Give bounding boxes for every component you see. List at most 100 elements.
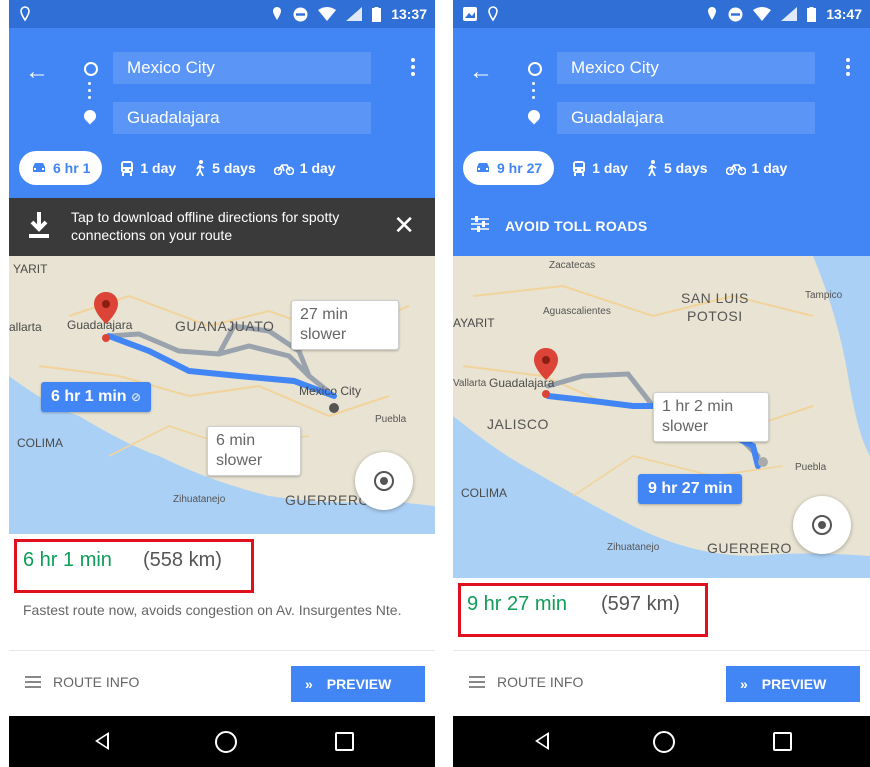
route-summary[interactable]: 6 hr 1 min (558 km) Fastest route now, a…: [9, 534, 435, 650]
signal-icon: [781, 7, 798, 21]
origin-field[interactable]: Mexico City: [113, 52, 371, 84]
walk-icon: [648, 160, 657, 176]
offline-download-banner[interactable]: Tap to download offline directions for s…: [9, 198, 435, 256]
map-label: GUERRERO: [285, 492, 370, 508]
route-actions: ROUTE INFO » PREVIEW: [453, 650, 870, 717]
route-duration-bubble[interactable]: 9 hr 27 min: [638, 474, 743, 504]
double-chevron-icon: »: [740, 676, 748, 692]
back-arrow-icon[interactable]: ←: [469, 58, 493, 86]
origin-circle-icon: [528, 62, 542, 76]
destination-field[interactable]: Guadalajara: [113, 102, 371, 134]
mode-cycling[interactable]: 1 day: [273, 151, 336, 185]
mode-label: 9 hr 27: [497, 160, 543, 176]
map-label: AYARIT: [453, 316, 495, 330]
map-label: Vallarta: [453, 378, 487, 389]
status-time: 13:37: [391, 6, 427, 22]
car-icon: [477, 163, 489, 172]
map-label: Tampico: [805, 290, 843, 301]
travel-mode-tabs: 6 hr 1 1 day 5 days 1 day: [19, 150, 435, 186]
bike-icon: [725, 164, 746, 175]
origin-field[interactable]: Mexico City: [557, 52, 815, 84]
destination-marker-icon[interactable]: [534, 348, 558, 398]
toll-icon: ⊘: [131, 390, 142, 404]
nav-home-icon[interactable]: [653, 731, 675, 753]
route-info-button[interactable]: ROUTE INFO: [25, 673, 139, 691]
map-label: GUERRERO: [707, 540, 792, 556]
car-icon: [33, 163, 45, 172]
nav-back-icon[interactable]: [95, 732, 109, 750]
mode-label: 6 hr 1: [53, 160, 91, 176]
destination-field[interactable]: Guadalajara: [557, 102, 815, 134]
mode-driving[interactable]: 6 hr 1: [19, 151, 103, 185]
list-icon: [25, 673, 41, 691]
bike-icon: [273, 164, 294, 175]
wifi-icon: [753, 7, 772, 21]
alt-route-bubble[interactable]: 27 min slower: [291, 300, 399, 350]
destination-pin-icon: [81, 107, 99, 125]
back-arrow-icon[interactable]: ←: [25, 58, 49, 86]
more-options-icon[interactable]: [411, 58, 415, 79]
map-label: Puebla: [795, 462, 827, 473]
location-pin-icon: [708, 7, 717, 20]
route-map[interactable]: Zacatecas SAN LUIS POTOSI Tampico Aguasc…: [453, 256, 870, 578]
travel-mode-tabs: 9 hr 27 1 day 5 days 1 day: [463, 150, 870, 186]
nav-recents-icon[interactable]: [773, 732, 792, 751]
route-options-icon: [471, 216, 489, 232]
signal-icon: [346, 7, 363, 21]
mode-walking[interactable]: 5 days: [194, 151, 256, 185]
route-distance: (597 km): [601, 593, 680, 615]
map-label: allarta: [9, 320, 42, 334]
image-notification-icon: [463, 7, 477, 21]
close-icon[interactable]: ✕: [393, 210, 415, 241]
my-location-button[interactable]: [355, 452, 413, 510]
preview-button[interactable]: » PREVIEW: [726, 666, 860, 702]
route-map[interactable]: YARIT allarta Guadalajara GUANAJUATO Mex…: [9, 256, 435, 534]
mode-label: 1 day: [592, 160, 628, 176]
nav-back-icon[interactable]: [535, 732, 549, 750]
location-icon: [20, 6, 30, 22]
route-duration-bubble[interactable]: 6 hr 1 min ⊘: [41, 382, 152, 412]
origin-circle-icon: [84, 62, 98, 76]
banner-text: AVOID TOLL ROADS: [505, 218, 648, 234]
destination-marker-icon[interactable]: [94, 292, 118, 342]
route-summary[interactable]: 9 hr 27 min (597 km): [453, 578, 870, 650]
map-label: Zihuatanejo: [607, 542, 660, 553]
map-label: SAN LUIS: [681, 290, 749, 306]
mode-label: 1 day: [751, 160, 788, 176]
walk-icon: [196, 160, 205, 176]
map-label: COLIMA: [461, 486, 508, 500]
my-location-button[interactable]: [793, 496, 851, 554]
mode-label: 1 day: [299, 160, 336, 176]
mode-transit[interactable]: 1 day: [572, 151, 628, 185]
preview-button[interactable]: » PREVIEW: [291, 666, 425, 702]
status-bar: 13:47: [453, 0, 870, 28]
directions-header: ← Mexico City Guadalajara 9 hr 27 1 day …: [453, 28, 870, 198]
directions-header: ← Mexico City Guadalajara 6 hr 1 1 day 5…: [9, 28, 435, 198]
alt-route-bubble[interactable]: 6 min slower: [207, 426, 301, 476]
alt-route-bubble[interactable]: 1 hr 2 min slower: [653, 392, 769, 442]
nav-home-icon[interactable]: [215, 731, 237, 753]
mode-driving[interactable]: 9 hr 27: [463, 151, 555, 185]
location-pin-icon: [273, 7, 282, 20]
do-not-disturb-icon: [293, 7, 308, 21]
route-info-button[interactable]: ROUTE INFO: [469, 673, 583, 691]
android-nav-bar: [9, 716, 435, 767]
battery-icon: [807, 6, 817, 22]
mode-walking[interactable]: 5 days: [646, 151, 708, 185]
map-label: POTOSI: [687, 308, 743, 324]
avoid-tolls-banner[interactable]: AVOID TOLL ROADS: [453, 198, 870, 256]
map-label: Zihuatanejo: [173, 494, 226, 505]
mode-label: 5 days: [212, 160, 256, 176]
double-chevron-icon: »: [305, 676, 313, 692]
more-options-icon[interactable]: [846, 58, 850, 79]
status-time: 13:47: [826, 6, 862, 22]
download-icon: [29, 212, 49, 238]
nav-recents-icon[interactable]: [335, 732, 354, 751]
route-markers: [81, 62, 99, 132]
mode-label: 1 day: [140, 160, 177, 176]
phone-screen-right: 13:47 ← Mexico City Guadalajara 9 hr 27 …: [453, 0, 870, 767]
route-actions: ROUTE INFO » PREVIEW: [9, 650, 435, 717]
mode-cycling[interactable]: 1 day: [725, 151, 788, 185]
phone-screen-left: 13:37 ← Mexico City Guadalajara 6 hr 1 1…: [9, 0, 435, 767]
mode-transit[interactable]: 1 day: [120, 151, 176, 185]
